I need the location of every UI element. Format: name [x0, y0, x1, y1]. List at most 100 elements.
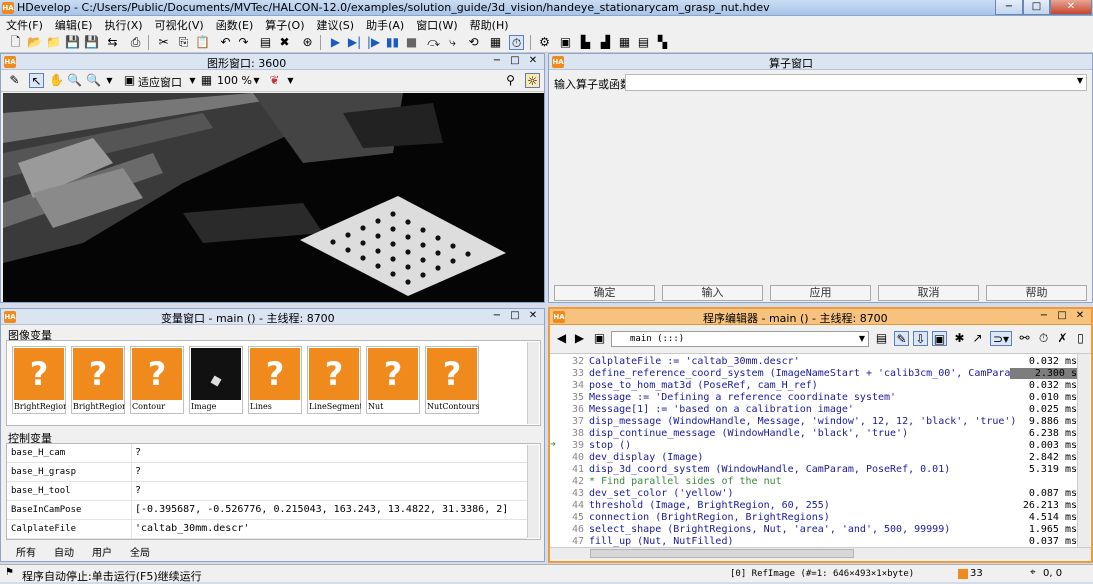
image-var-thumb[interactable]: ? NutContours — [425, 346, 479, 414]
code-area[interactable]: 32 CalplateFile := 'caltab_30mm.descr' 0.0… — [550, 353, 1091, 547]
code-line[interactable]: 41 disp_3d_coord_system (WindowHandle, Ca… — [550, 464, 1077, 476]
image-var-thumb[interactable]: Image — [189, 346, 243, 414]
code-line[interactable]: 37 disp_message (WindowHandle, Message, '… — [550, 416, 1077, 428]
ok-button[interactable]: 确定 — [554, 285, 655, 301]
code-vertical-scrollbar[interactable] — [1077, 354, 1090, 547]
panel-minimize-button[interactable]: − — [491, 55, 503, 66]
code-line[interactable]: 42 * Find parallel sides of the nut — [550, 476, 1070, 488]
settings-icon[interactable]: ☼ — [525, 73, 540, 88]
image-var-thumb[interactable]: ? Contour — [130, 346, 184, 414]
find-icon[interactable]: ▤ — [258, 35, 273, 50]
image-var-thumb[interactable]: ? BrightRegion — [12, 346, 66, 414]
export-icon[interactable]: ⇆ — [105, 35, 120, 50]
options-icon[interactable]: ▯ — [1073, 331, 1088, 346]
menu-operators[interactable]: 算子(O) — [259, 16, 310, 32]
zoom-level[interactable]: 100 % — [217, 74, 252, 87]
walker-icon[interactable]: ⚲ — [503, 73, 518, 88]
code-line[interactable]: 36 Message[1] := 'based on a calibration … — [550, 404, 1077, 416]
code-line[interactable]: 40 dev_display (Image) 2.842 ms — [550, 452, 1077, 464]
menu-assistants[interactable]: 助手(A) — [360, 16, 410, 32]
color-palette-icon[interactable]: ❦ — [267, 73, 282, 88]
step-icon[interactable]: ▶| — [347, 35, 362, 50]
print-icon[interactable]: ⎙ — [128, 35, 143, 50]
menu-window[interactable]: 窗口(W) — [410, 16, 463, 32]
zoom-level-icon[interactable]: ▦ — [199, 73, 214, 88]
code-line[interactable]: 45 connection (BrightRegion, BrightRegion… — [550, 512, 1077, 524]
cancel-button[interactable]: 取消 — [878, 285, 979, 301]
image-var-thumb[interactable]: ? Nut — [366, 346, 420, 414]
image-var-thumb[interactable]: ? Lines — [248, 346, 302, 414]
pointer-icon[interactable]: ↖ — [29, 73, 44, 88]
code-line[interactable]: 33 define_reference_coord_system (ImageNa… — [550, 368, 1077, 380]
stop-icon[interactable]: ■ — [404, 35, 419, 50]
image-vars-scrollbar[interactable] — [527, 342, 539, 424]
code-line[interactable]: 34 pose_to_hom_mat3d (PoseRef, cam_H_ref)… — [550, 380, 1077, 392]
chain-icon[interactable]: ⚯ — [1017, 331, 1032, 346]
panel-close-button[interactable]: ✕ — [527, 55, 539, 66]
fit-window-label[interactable]: 适应窗口 — [138, 74, 182, 90]
menu-suggestions[interactable]: 建议(S) — [311, 16, 361, 32]
binoculars-icon[interactable]: ⊛ — [300, 35, 315, 50]
help-button[interactable]: 帮助 — [986, 285, 1087, 301]
panel-close-button[interactable]: ✕ — [1074, 310, 1086, 321]
table-row[interactable]: base_H_cam? — [7, 444, 527, 463]
table-row[interactable]: CalplateFile 'caltab_30mm.descr' — [7, 520, 527, 539]
image-display[interactable] — [3, 93, 544, 302]
step-forward-icon[interactable]: ⤷ — [445, 35, 460, 50]
chevron-down-icon[interactable]: ▼ — [249, 73, 264, 88]
zoom-icon[interactable]: 🔍 — [86, 73, 101, 88]
menu-functions[interactable]: 函数(E) — [210, 16, 260, 32]
copy-icon[interactable]: ⎘ — [176, 35, 191, 50]
redo-icon[interactable]: ↷ — [236, 35, 251, 50]
save-icon[interactable]: 💾 — [65, 35, 80, 50]
timer-icon[interactable]: ⏱ — [1036, 331, 1051, 346]
step-down-icon[interactable]: ⇩ — [913, 331, 928, 346]
feature-inspection-icon[interactable]: ▦ — [617, 35, 632, 50]
code-line[interactable]: 46 select_shape (BrightRegions, Nut, 'are… — [550, 524, 1077, 536]
color-inspection-icon[interactable]: ▚ — [655, 35, 670, 50]
new-file-icon[interactable]: 🗋 — [8, 35, 23, 50]
close-button[interactable]: ✕ — [1050, 0, 1092, 15]
image-var-thumb[interactable]: ? LineSegments — [307, 346, 361, 414]
tab-user[interactable]: 用户 — [92, 544, 112, 559]
cut-icon[interactable]: ✂ — [156, 35, 171, 50]
draw-icon[interactable]: ✎ — [7, 73, 22, 88]
tab-global[interactable]: 全局 — [130, 544, 150, 559]
chevron-down-icon[interactable]: ▼ — [283, 73, 298, 88]
edit-procedure-icon[interactable]: ▤ — [874, 331, 889, 346]
open-folder-icon[interactable]: 📂 — [27, 35, 42, 50]
timer-icon[interactable]: ⏱ — [509, 35, 524, 50]
code-line-current[interactable]: ➔ 39 stop () 0.003 ms — [550, 439, 1077, 452]
minimize-button[interactable]: − — [995, 0, 1023, 15]
assistant-icon[interactable]: ⚙ — [537, 35, 552, 50]
reset-icon[interactable]: ⟲ — [466, 35, 481, 50]
code-line[interactable]: 47 fill_up (Nut, NutFilled) 0.037 ms — [550, 536, 1077, 547]
panel-minimize-button[interactable]: − — [1038, 310, 1050, 321]
profiler-icon[interactable]: ✗ — [1055, 331, 1070, 346]
compare-icon[interactable]: ⊃▾ — [990, 331, 1012, 346]
chevron-down-icon[interactable]: ▼ — [1077, 76, 1083, 85]
enter-button[interactable]: 输入 — [662, 285, 763, 301]
apply-button[interactable]: 应用 — [770, 285, 871, 301]
chevron-down-icon[interactable]: ▼ — [102, 73, 117, 88]
open-recent-icon[interactable]: 📁 — [46, 35, 61, 50]
arrow-n-icon[interactable]: ↗ — [970, 331, 985, 346]
back-arrow-icon[interactable]: ◀ — [554, 331, 569, 346]
panel-maximize-button[interactable]: □ — [509, 55, 521, 66]
undo-icon[interactable]: ↶ — [218, 35, 233, 50]
control-vars-scrollbar[interactable] — [527, 445, 539, 538]
hand-icon[interactable]: ✋ — [49, 73, 64, 88]
table-row[interactable]: base_H_grasp? — [7, 463, 527, 482]
panel-maximize-button[interactable]: □ — [509, 310, 521, 321]
pause-icon[interactable]: ▮▮ — [385, 35, 400, 50]
table-row[interactable]: base_H_tool? — [7, 482, 527, 501]
menu-file[interactable]: 文件(F) — [0, 16, 49, 32]
image-var-thumb[interactable]: ? BrightRegions — [71, 346, 125, 414]
fit-window-icon[interactable]: ▣ — [122, 73, 137, 88]
tab-all[interactable]: 所有 — [16, 544, 36, 559]
panel-close-button[interactable]: ✕ — [527, 310, 539, 321]
table-row[interactable]: BaseInCamPose [-0.395687, -0.526776, 0.21… — [7, 501, 527, 520]
code-line[interactable]: 32 CalplateFile := 'caltab_30mm.descr' 0.0… — [550, 356, 1077, 368]
panel-minimize-button[interactable]: − — [491, 310, 503, 321]
step-into-icon[interactable]: |▶ — [366, 35, 381, 50]
